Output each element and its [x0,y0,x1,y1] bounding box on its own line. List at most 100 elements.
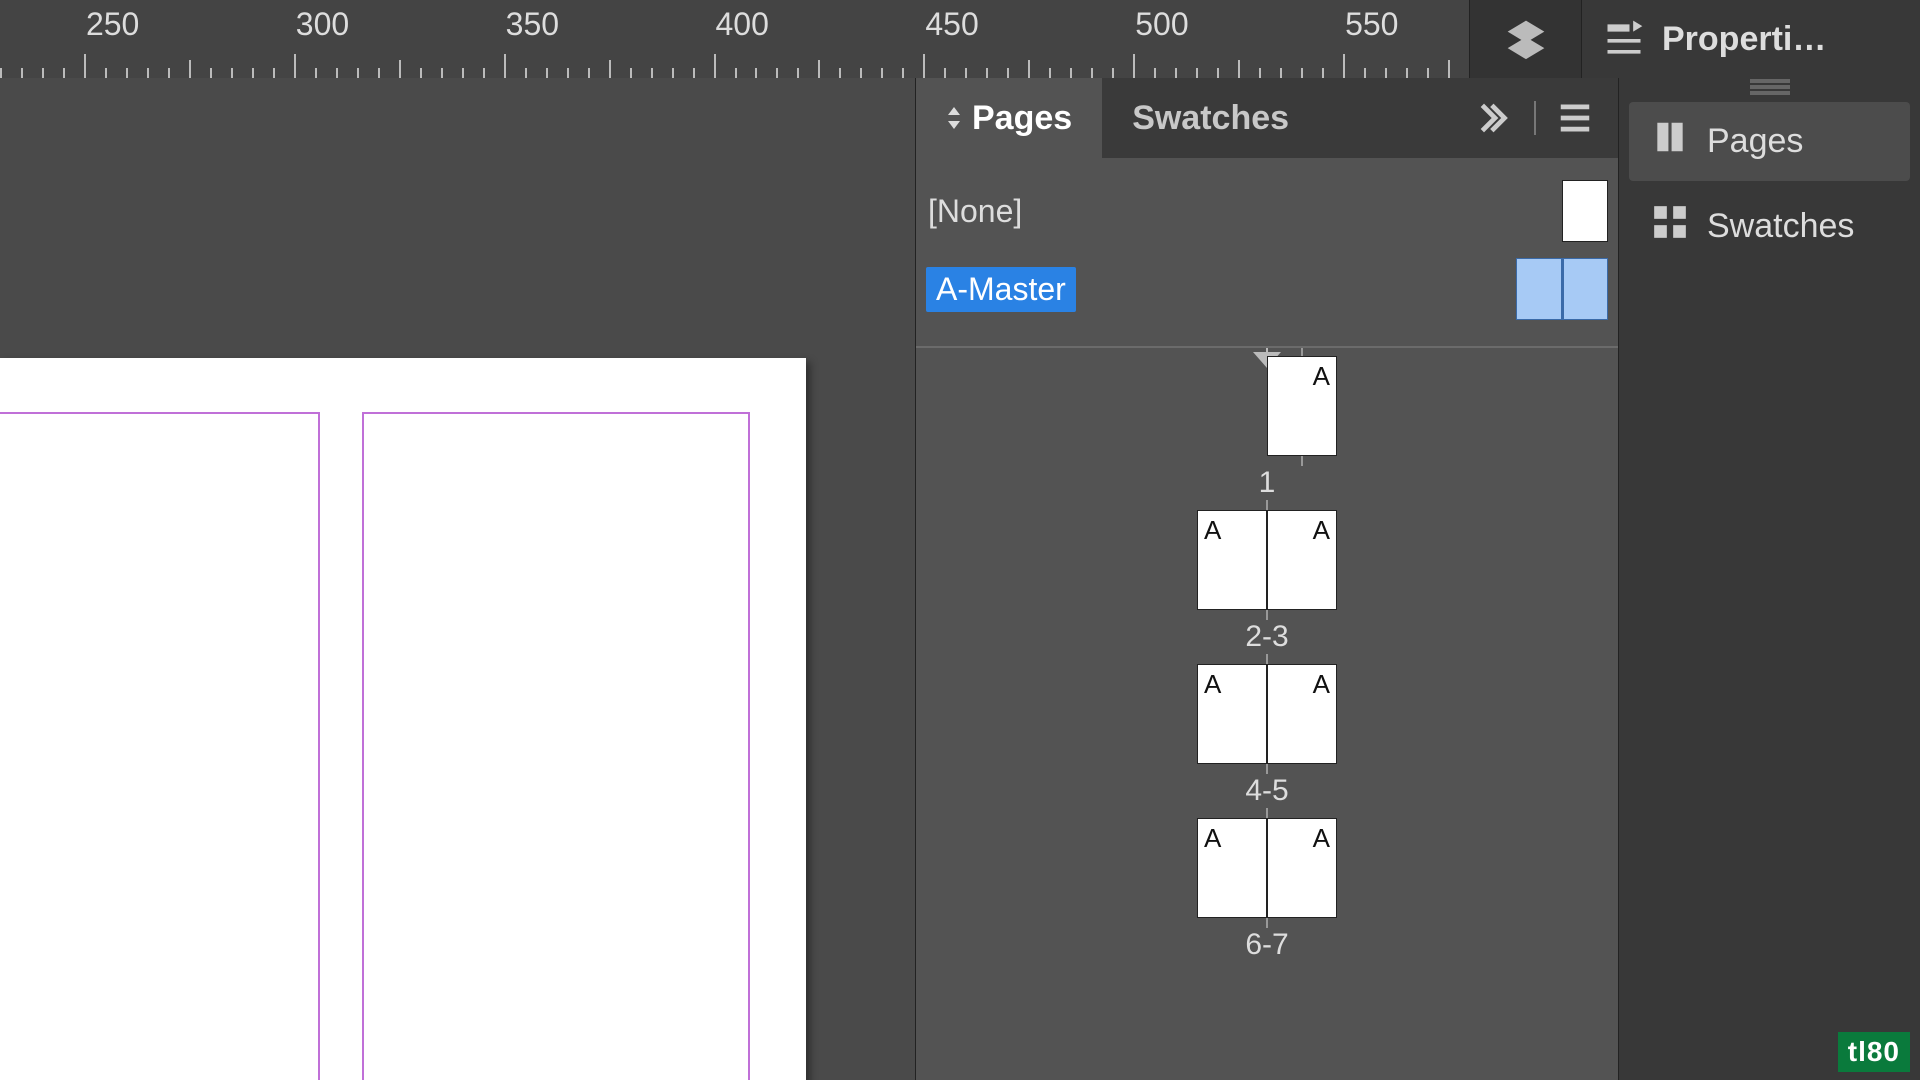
page-thumbnail[interactable]: AA [1197,664,1337,764]
ruler-tick [546,68,548,78]
ruler-tick [1196,68,1198,78]
ruler-tick [252,68,254,78]
ruler-tick [483,68,485,78]
properties-icon [1602,17,1646,61]
ruler-tick [1028,60,1030,78]
properties-label: Properti… [1662,20,1826,59]
ruler-tick [588,68,590,78]
tab-pages[interactable]: Pages [916,78,1102,158]
master-row[interactable]: [None] [926,172,1608,250]
document-canvas[interactable] [0,78,915,1080]
ruler-tick [231,68,233,78]
ruler-tick [1112,68,1114,78]
collapse-panel-icon[interactable] [1476,99,1514,137]
ruler-tick [1301,68,1303,78]
sort-icon [946,107,962,129]
page-thumbnail-item[interactable]: AA 4-5 [916,664,1618,808]
ruler-number: 300 [296,6,349,43]
ruler-number: 550 [1345,6,1398,43]
ruler-tick [1217,68,1219,78]
ruler-tick [273,68,275,78]
ruler-tick [0,68,2,78]
ruler-tick [881,68,883,78]
ruler-number: 250 [86,6,139,43]
document-page[interactable] [0,358,806,1080]
master-thumbnail[interactable] [1562,180,1608,242]
ruler-tick [1238,60,1240,78]
master-thumbnail[interactable] [1516,258,1608,320]
ruler-tick [672,68,674,78]
pages-icon [1651,118,1689,165]
document-pages-section: A1AA2-3AA4-5AA6-7 [916,348,1618,1080]
ruler-tick [126,68,128,78]
ruler-tick [21,68,23,78]
ruler-tick [735,68,737,78]
ruler-tick [1007,68,1009,78]
ruler-tick [1280,68,1282,78]
ruler-tick [1133,54,1135,78]
master-row[interactable]: A-Master [926,250,1608,328]
sidebar-item-label: Swatches [1707,207,1854,246]
ruler-tick [902,68,904,78]
ruler-tick [315,68,317,78]
ruler-tick [923,54,925,78]
master-label: [None] [926,193,1245,230]
ruler-tick [420,68,422,78]
ruler-tick [105,68,107,78]
ruler-tick [42,68,44,78]
sidebar-item-swatches[interactable]: Swatches [1629,187,1910,266]
ruler-tick [630,68,632,78]
ruler-tick [399,60,401,78]
tab-swatches[interactable]: Swatches [1102,78,1319,158]
ruler-tick [1343,54,1345,78]
ruler-tick [860,68,862,78]
panel-group-toggle[interactable] [1469,0,1581,78]
page-thumbnail-item[interactable]: A1 [916,356,1618,500]
swatches-icon [1651,203,1689,250]
ruler-tick [1154,68,1156,78]
ruler-tick [378,68,380,78]
ruler-tick [839,68,841,78]
watermark-badge: tl80 [1838,1032,1910,1072]
page-thumbnail-item[interactable]: AA 2-3 [916,510,1618,654]
ruler-tick [63,68,65,78]
page-number-label: 2-3 [1245,620,1288,654]
ruler-tick [693,68,695,78]
pages-panel-tabs: Pages Swatches [916,78,1618,158]
page-thumbnail[interactable]: A [1267,356,1337,456]
tab-swatches-label: Swatches [1132,99,1289,138]
ruler-tick [714,54,716,78]
ruler-number: 450 [925,6,978,43]
ruler-tick [1385,68,1387,78]
ruler-tick [147,68,149,78]
ruler-tick [986,68,988,78]
ruler-tick [818,60,820,78]
sidebar-item-pages[interactable]: Pages [1629,102,1910,181]
ruler-tick [168,68,170,78]
page-number-label: 1 [1259,466,1276,500]
page-thumbnail[interactable]: AA [1197,818,1337,918]
pages-panel: Pages Swatches [None]A-Master A1AA2-3AA4… [915,78,1619,1080]
panel-grip[interactable] [1619,78,1920,96]
ruler-tick [336,68,338,78]
ruler-tick [1259,68,1261,78]
properties-panel-tab[interactable]: Properti… [1581,0,1920,78]
ruler-tick [189,60,191,78]
ruler-tick [84,54,86,78]
sidebar-item-label: Pages [1707,122,1803,161]
page-thumbnail[interactable]: AA [1197,510,1337,610]
ruler-tick [651,68,653,78]
margin-guide-right [362,412,750,1080]
horizontal-ruler[interactable]: 250300350400450500550 [0,0,1469,78]
ruler-tick [357,68,359,78]
page-number-label: 4-5 [1245,774,1288,808]
ruler-tick [609,60,611,78]
ruler-tick [525,68,527,78]
ruler-tick [441,68,443,78]
ruler-tick [504,54,506,78]
page-thumbnail-item[interactable]: AA 6-7 [916,818,1618,962]
ruler-tick [462,68,464,78]
panel-menu-icon[interactable] [1556,99,1594,137]
page-number-label: 6-7 [1245,928,1288,962]
ruler-tick [1175,68,1177,78]
